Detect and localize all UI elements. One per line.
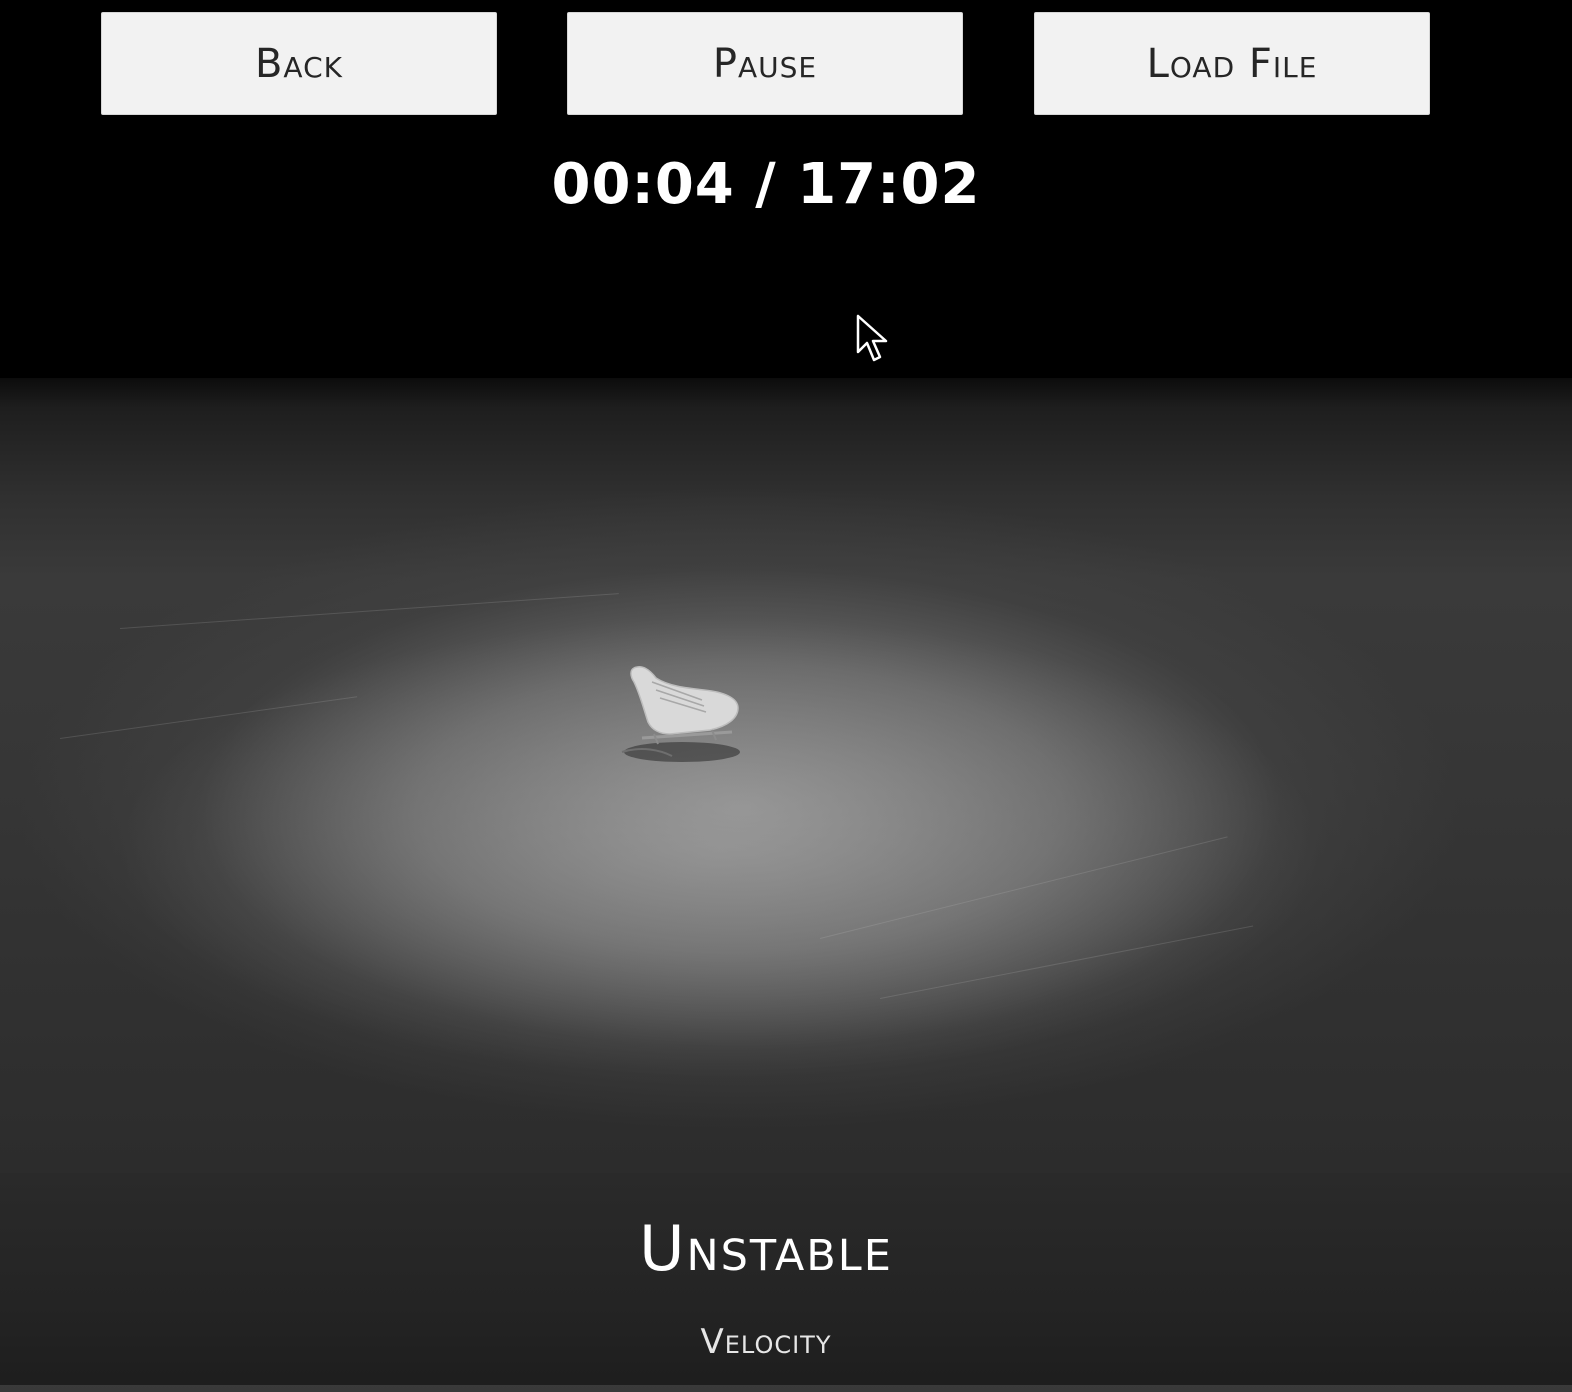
back-button[interactable]: Back xyxy=(101,12,497,115)
pause-button[interactable]: Pause xyxy=(567,12,963,115)
load-file-button[interactable]: Load File xyxy=(1034,12,1430,115)
mouse-pointer-icon xyxy=(856,314,888,362)
bottom-edge-divider xyxy=(0,1385,1572,1392)
spotlight-haze xyxy=(0,378,1572,1173)
ice-skate-icon xyxy=(621,666,740,762)
rink-viewport[interactable] xyxy=(0,378,1572,1173)
status-title: Unstable xyxy=(639,1212,893,1285)
playback-timecode: 00:04 / 17:02 xyxy=(551,152,981,217)
status-subtitle: Velocity xyxy=(700,1322,832,1362)
app-window: Back Pause Load File 00:04 / 17:02 Unsta… xyxy=(0,0,1572,1392)
